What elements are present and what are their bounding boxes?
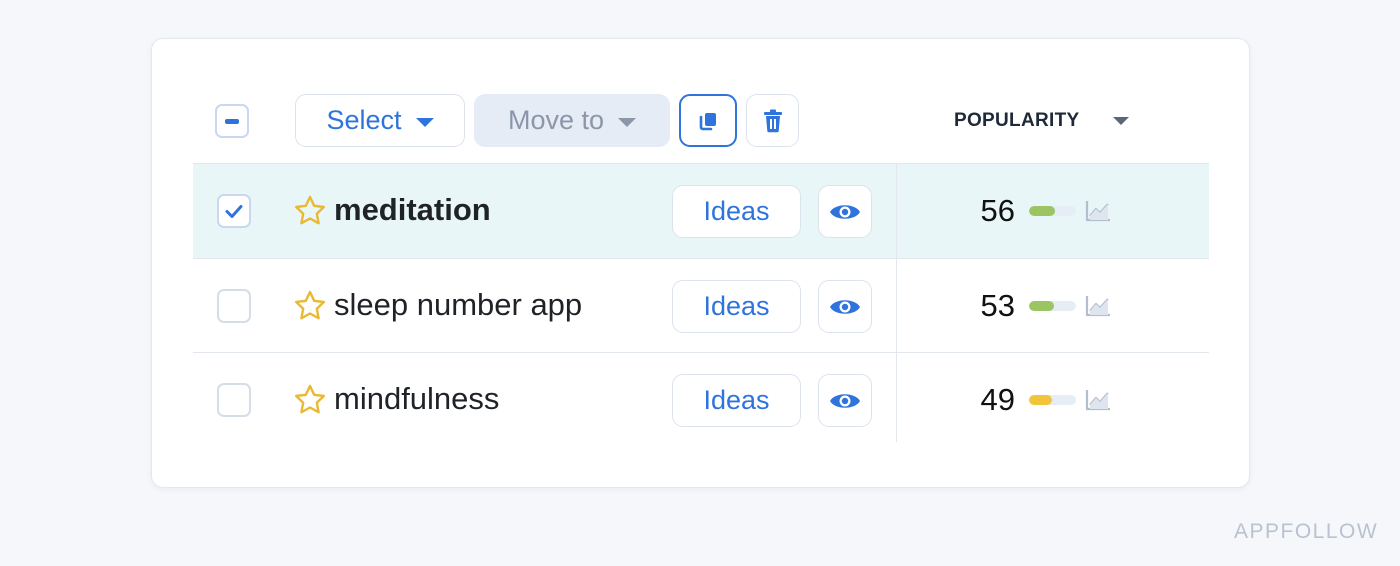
ideas-button[interactable]: Ideas xyxy=(672,280,801,333)
trash-icon xyxy=(763,109,782,132)
copy-icon xyxy=(699,112,716,130)
chevron-down-icon xyxy=(618,117,637,127)
select-all-checkbox[interactable] xyxy=(215,104,249,138)
row-checkbox[interactable] xyxy=(217,194,251,228)
eye-icon xyxy=(830,204,860,219)
keyword-text: mindfulness xyxy=(334,381,500,416)
delete-button[interactable] xyxy=(746,94,799,147)
popularity-bar xyxy=(1029,301,1076,311)
keyword-text: meditation xyxy=(334,192,491,227)
select-dropdown-button[interactable]: Select xyxy=(295,94,465,147)
favorite-star-icon[interactable] xyxy=(293,383,327,417)
view-button[interactable] xyxy=(818,280,872,333)
indeterminate-dash-icon xyxy=(225,119,239,124)
row-checkbox[interactable] xyxy=(217,383,251,417)
popularity-bar-fill xyxy=(1029,395,1053,405)
trend-chart-icon[interactable] xyxy=(1085,200,1111,222)
popularity-score: 53 xyxy=(980,288,1015,323)
chevron-down-icon xyxy=(415,117,434,127)
copy-button[interactable] xyxy=(679,94,737,147)
move-to-label: Move to xyxy=(507,105,605,135)
checkmark-icon xyxy=(225,205,243,218)
popularity-score: 56 xyxy=(980,193,1015,228)
trend-chart-icon[interactable] xyxy=(1085,295,1111,317)
table-row: meditation Ideas 56 xyxy=(193,164,1209,258)
row-checkbox[interactable] xyxy=(217,289,251,323)
table-row: sleep number app Ideas 53 xyxy=(193,259,1209,353)
sort-down-icon xyxy=(1113,117,1130,125)
select-label: Select xyxy=(326,105,402,135)
favorite-star-icon[interactable] xyxy=(293,289,327,323)
ideas-button[interactable]: Ideas xyxy=(672,185,801,238)
popularity-column-label: POPULARITY xyxy=(954,110,1080,131)
column-divider xyxy=(896,164,897,442)
eye-icon xyxy=(830,299,860,314)
popularity-bar xyxy=(1029,206,1076,216)
view-button[interactable] xyxy=(818,374,872,427)
keyword-text: sleep number app xyxy=(334,287,583,322)
appfollow-watermark: APPFOLLOW xyxy=(1234,520,1379,543)
ideas-button[interactable]: Ideas xyxy=(672,374,801,427)
table-row: mindfulness Ideas 49 xyxy=(193,353,1209,447)
eye-icon xyxy=(830,393,860,408)
trend-chart-icon[interactable] xyxy=(1085,389,1111,411)
view-button[interactable] xyxy=(818,185,872,238)
popularity-score: 49 xyxy=(980,382,1015,417)
popularity-bar xyxy=(1029,395,1076,405)
popularity-sort-header[interactable]: POPULARITY xyxy=(954,106,1130,136)
favorite-star-icon[interactable] xyxy=(293,194,327,228)
popularity-bar-fill xyxy=(1029,206,1056,216)
move-to-dropdown-button[interactable]: Move to xyxy=(474,94,670,147)
popularity-bar-fill xyxy=(1029,301,1054,311)
